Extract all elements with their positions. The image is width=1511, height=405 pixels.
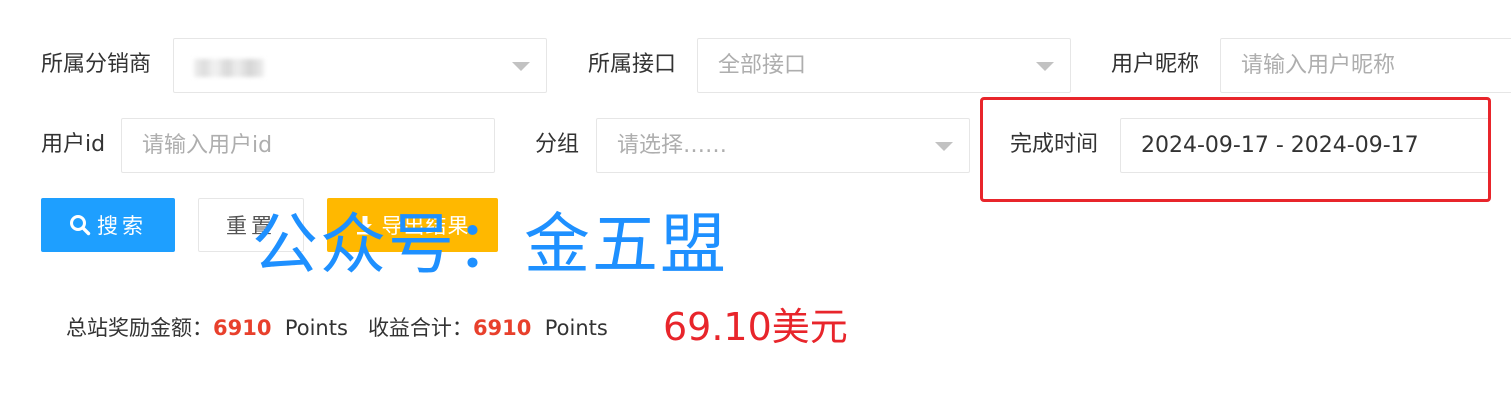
group-label: 分组: [535, 132, 580, 157]
interface-placeholder: 全部接口: [718, 53, 807, 78]
search-button-label: 搜索: [97, 214, 147, 238]
chevron-down-icon: [935, 142, 953, 151]
income-label: 收益合计：: [367, 316, 473, 340]
user-id-placeholder: 请输入用户id: [142, 133, 273, 158]
interface-label: 所属接口: [588, 52, 677, 77]
distributor-label: 所属分销商: [41, 52, 152, 77]
group-placeholder: 请选择……: [617, 133, 728, 158]
usd-amount: 69.10美元: [663, 305, 848, 349]
highlight-annotation: [980, 97, 1491, 202]
distributor-value-blurred: [194, 59, 264, 77]
reward-label: 总站奖励金额：: [66, 316, 213, 340]
nickname-label: 用户昵称: [1111, 52, 1200, 77]
income-value: 6910: [472, 316, 532, 340]
group-select[interactable]: 请选择……: [596, 118, 970, 173]
nickname-placeholder: 请输入用户昵称: [1241, 53, 1396, 78]
interface-select[interactable]: 全部接口: [697, 38, 1071, 93]
chevron-down-icon: [512, 62, 530, 71]
nickname-input[interactable]: 请输入用户昵称: [1220, 38, 1511, 93]
distributor-select[interactable]: [173, 38, 547, 93]
reward-value: 6910: [213, 316, 272, 340]
chevron-down-icon: [1036, 62, 1054, 71]
user-id-input[interactable]: 请输入用户id: [121, 118, 495, 173]
search-button[interactable]: 搜索: [41, 198, 175, 252]
reward-unit: Points: [284, 316, 348, 340]
income-unit: Points: [544, 316, 608, 340]
user-id-label: 用户id: [41, 132, 106, 157]
watermark-text: 公众号：金五盟: [252, 206, 728, 283]
search-icon: [70, 215, 91, 236]
summary-line: 总站奖励金额：6910 Points 收益合计：6910 Points: [66, 318, 608, 339]
